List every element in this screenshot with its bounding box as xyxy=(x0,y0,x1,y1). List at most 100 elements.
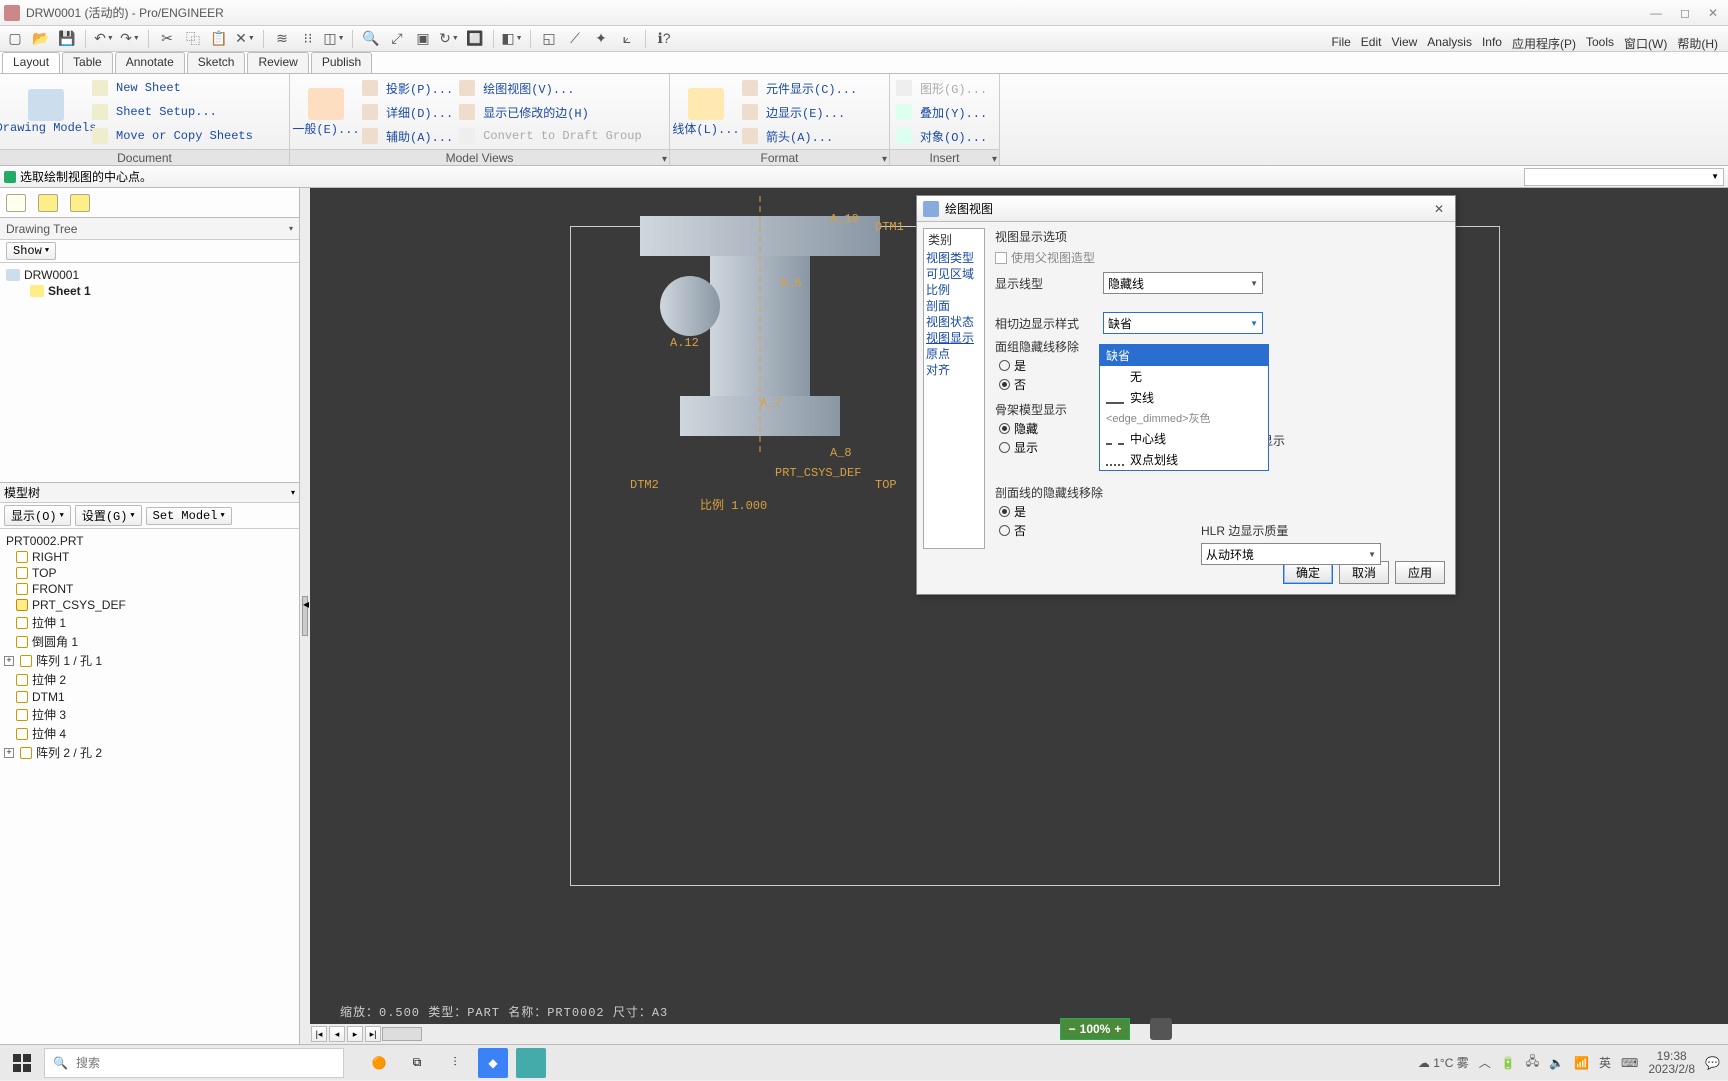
tray-network-icon[interactable]: 🖧 xyxy=(1526,1052,1539,1073)
drawing-tree[interactable]: DRW0001 Sheet 1 xyxy=(0,263,299,483)
tray-wifi-icon[interactable]: 📶 xyxy=(1574,1056,1589,1070)
zoom-indicator[interactable]: 100% xyxy=(1060,1018,1130,1040)
sheet-setup-button[interactable]: Sheet Setup... xyxy=(92,100,253,124)
splitter[interactable]: ◂ xyxy=(300,188,310,1044)
tray-battery-icon[interactable]: 🔋 xyxy=(1501,1056,1516,1070)
menu-info[interactable]: Info xyxy=(1482,35,1502,52)
display-style-combo[interactable]: 隐藏线▼ xyxy=(1103,272,1263,294)
drawing-models-button[interactable]: Drawing Models xyxy=(6,76,86,148)
drop-centerline[interactable]: 中心线 xyxy=(1100,428,1268,449)
cat-section[interactable]: 剖面 xyxy=(924,298,984,314)
view-icon[interactable]: ◧ xyxy=(501,29,523,49)
open-icon[interactable]: 📂 xyxy=(30,29,52,49)
cat-viewstate[interactable]: 视图状态 xyxy=(924,314,984,330)
tree-icon[interactable]: ⁝⁝ xyxy=(297,29,319,49)
tab-annotate[interactable]: Annotate xyxy=(115,52,185,73)
tangent-edge-dropdown[interactable]: 缺省 无 实线 <edge_dimmed>灰色 中心线 双点划线 xyxy=(1099,344,1269,471)
cat-visible[interactable]: 可见区域 xyxy=(924,266,984,282)
tray-chevron-icon[interactable]: ︿ xyxy=(1479,1054,1491,1071)
detailed-button[interactable]: 详细(D)... xyxy=(362,100,453,124)
datum-plane-icon[interactable]: ◱ xyxy=(538,29,560,49)
paste-icon[interactable]: 📋 xyxy=(208,29,230,49)
edge-display-button[interactable]: 边显示(E)... xyxy=(742,100,857,124)
auxiliary-button[interactable]: 辅助(A)... xyxy=(362,124,453,148)
maximize-button[interactable]: ◻ xyxy=(1680,6,1690,20)
menu-tools[interactable]: Tools xyxy=(1586,35,1614,52)
nav-tab-2[interactable] xyxy=(38,194,58,212)
dialog-close-icon[interactable]: ✕ xyxy=(1429,202,1449,216)
tab-review[interactable]: Review xyxy=(247,52,308,73)
mt-setmodel-button[interactable]: Set Model xyxy=(146,507,232,525)
ime-indicator[interactable]: 英 xyxy=(1599,1054,1611,1071)
zoom-icon[interactable]: ⤢ xyxy=(386,29,408,49)
drop-phantom[interactable]: 双点划线 xyxy=(1100,449,1268,470)
object-button[interactable]: 对象(O)... xyxy=(896,124,993,148)
overlay-button[interactable]: 叠加(Y)... xyxy=(896,100,993,124)
tangent-edge-combo[interactable]: 缺省▼ xyxy=(1103,312,1263,334)
fit-icon[interactable]: ▣ xyxy=(412,29,434,49)
cat-origin[interactable]: 原点 xyxy=(924,346,984,362)
select-icon[interactable]: ◫ xyxy=(323,29,345,49)
component-display-button[interactable]: 元件显示(C)... xyxy=(742,76,857,100)
menu-file[interactable]: File xyxy=(1331,35,1350,52)
zoomwin-icon[interactable]: 🔲 xyxy=(464,29,486,49)
delete-icon[interactable]: ✕ xyxy=(234,29,256,49)
mt-settings-button[interactable]: 设置(G) xyxy=(75,505,142,526)
copy-icon[interactable]: ⿻ xyxy=(182,29,204,49)
xsec-yes[interactable]: 是 xyxy=(995,503,1447,520)
drop-dimmed[interactable]: <edge_dimmed>灰色 xyxy=(1100,408,1268,428)
layers-icon[interactable]: ≋ xyxy=(271,29,293,49)
filter-combo[interactable]: ▼ xyxy=(1524,168,1724,186)
tab-table[interactable]: Table xyxy=(62,52,113,73)
minimize-button[interactable]: — xyxy=(1650,6,1662,20)
find-icon[interactable]: 🔍 xyxy=(360,29,382,49)
undo-icon[interactable]: ↶ xyxy=(93,29,115,49)
tray-keyboard-icon[interactable]: ⌨ xyxy=(1621,1056,1638,1070)
menu-app[interactable]: 应用程序(P) xyxy=(1512,35,1576,52)
taskview-icon[interactable]: ⧉ xyxy=(402,1048,432,1078)
hlr-quality-combo[interactable]: 从动环境▼ xyxy=(1201,543,1381,565)
projection-button[interactable]: 投影(P)... xyxy=(362,76,453,100)
tray-volume-icon[interactable]: 🔈 xyxy=(1549,1056,1564,1070)
move-copy-sheets-button[interactable]: Move or Copy Sheets xyxy=(92,124,253,148)
nav-tab-3[interactable] xyxy=(70,194,90,212)
tab-layout[interactable]: Layout xyxy=(2,52,60,73)
menu-edit[interactable]: Edit xyxy=(1361,35,1382,52)
arrow-button[interactable]: 箭头(A)... xyxy=(742,124,857,148)
start-button[interactable] xyxy=(0,1045,44,1081)
taskbar-search[interactable]: 🔍 搜索 xyxy=(44,1048,344,1078)
expand-icon[interactable]: + xyxy=(4,656,14,666)
cat-viewtype[interactable]: 视图类型 xyxy=(924,250,984,266)
apply-button[interactable]: 应用 xyxy=(1395,561,1445,584)
help-icon[interactable]: ℹ? xyxy=(653,29,675,49)
notifications-icon[interactable]: 💬 xyxy=(1705,1056,1720,1070)
nav-tab-1[interactable] xyxy=(6,194,26,212)
mt-show-button[interactable]: 显示(O) xyxy=(4,505,71,526)
show-menu[interactable]: Show xyxy=(6,242,56,260)
datum-point-icon[interactable]: ✦ xyxy=(590,29,612,49)
drop-default[interactable]: 缺省 xyxy=(1100,345,1268,366)
app-2-icon[interactable] xyxy=(516,1048,546,1078)
cat-align[interactable]: 对齐 xyxy=(924,362,984,378)
datum-csys-icon[interactable]: ⟀ xyxy=(616,29,638,49)
clock[interactable]: 19:38 2023/2/8 xyxy=(1648,1050,1695,1076)
save-icon[interactable]: 💾 xyxy=(56,29,78,49)
weather-widget[interactable]: ☁ 1°C 雾 xyxy=(1418,1054,1469,1071)
new-sheet-button[interactable]: New Sheet xyxy=(92,76,253,100)
menu-help[interactable]: 帮助(H) xyxy=(1677,35,1718,52)
cortana-icon[interactable]: 🟠 xyxy=(364,1048,394,1078)
category-list[interactable]: 类别 视图类型 可见区域 比例 剖面 视图状态 视图显示 原点 对齐 xyxy=(923,228,985,549)
tab-sketch[interactable]: Sketch xyxy=(187,52,246,73)
refresh-icon[interactable]: ↻ xyxy=(438,29,460,49)
line-style-button[interactable]: 线体(L)... xyxy=(676,76,736,148)
cat-viewdisplay[interactable]: 视图显示 xyxy=(924,330,984,346)
show-modified-edges-button[interactable]: 显示已修改的边(H) xyxy=(459,100,641,124)
drop-solid[interactable]: 实线 xyxy=(1100,387,1268,408)
menu-window[interactable]: 窗口(W) xyxy=(1624,35,1667,52)
menu-view[interactable]: View xyxy=(1391,35,1417,52)
new-icon[interactable]: ▢ xyxy=(4,29,26,49)
redo-icon[interactable]: ↷ xyxy=(119,29,141,49)
cut-icon[interactable]: ✂ xyxy=(156,29,178,49)
model-tree[interactable]: PRT0002.PRT RIGHT TOP FRONT PRT_CSYS_DEF… xyxy=(0,529,299,1044)
drawing-view-button[interactable]: 绘图视图(V)... xyxy=(459,76,641,100)
